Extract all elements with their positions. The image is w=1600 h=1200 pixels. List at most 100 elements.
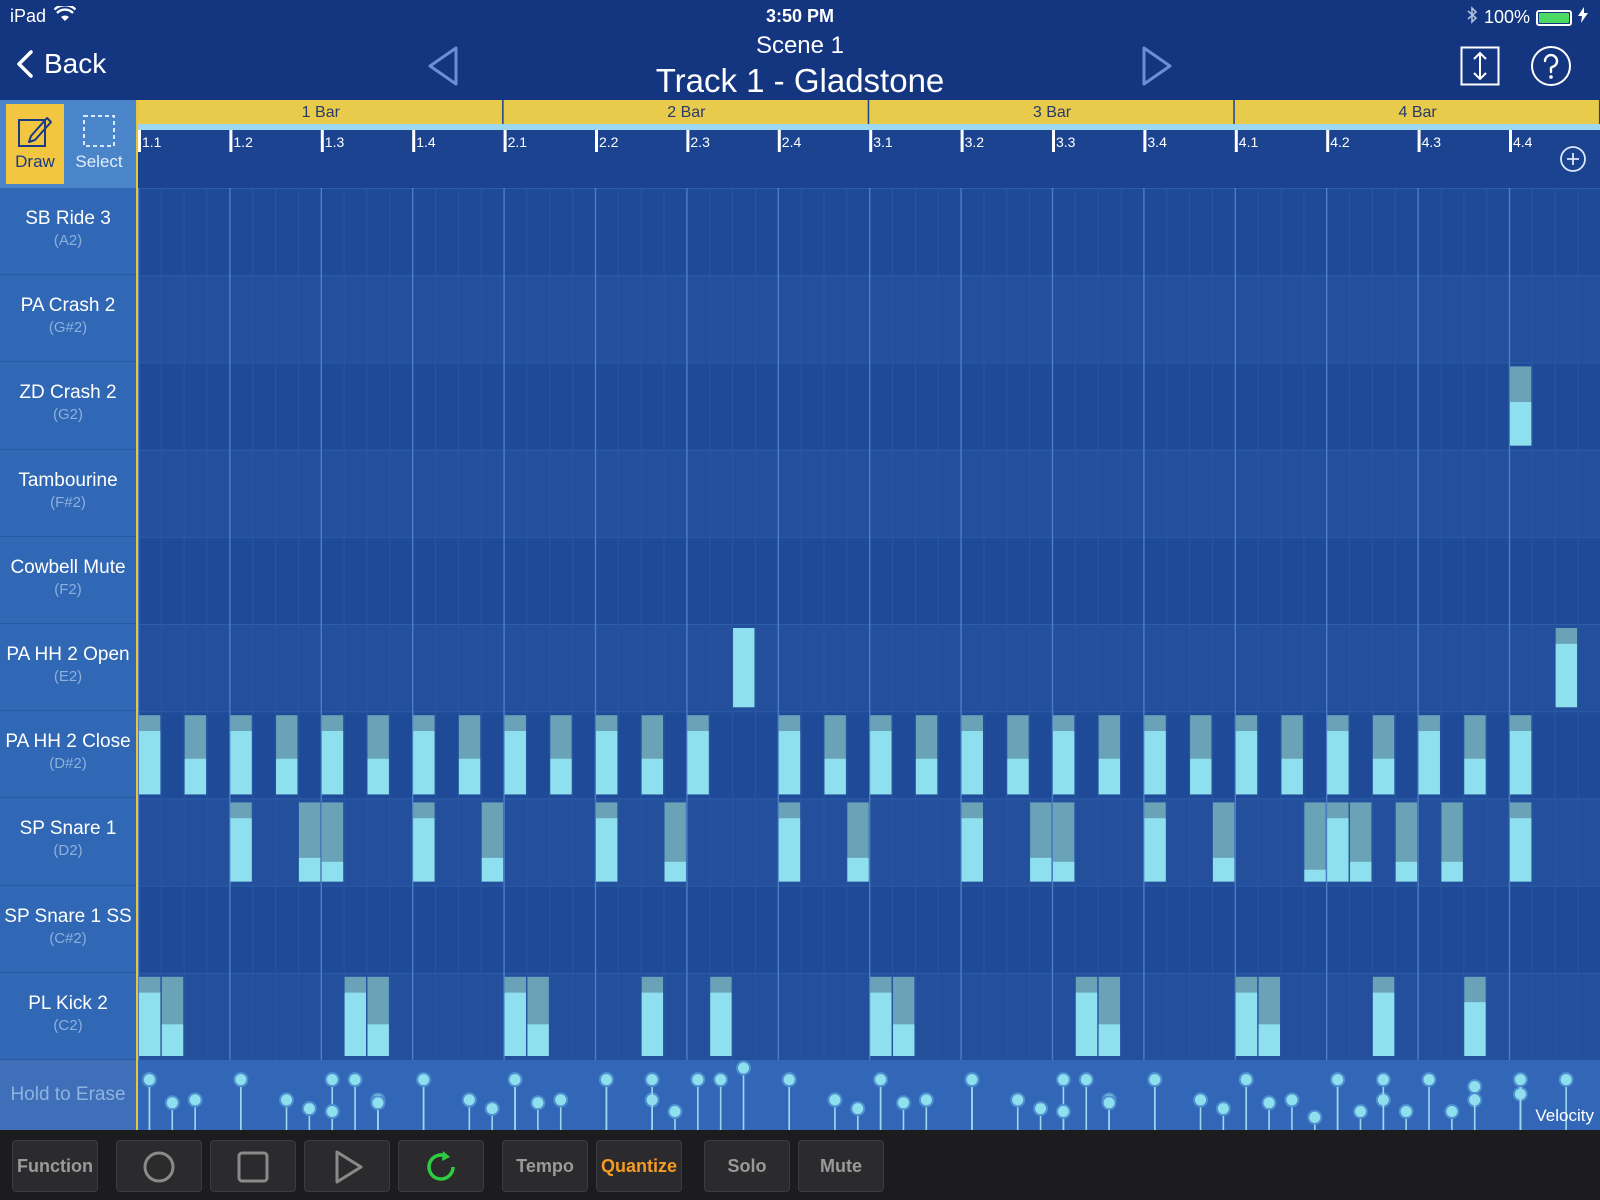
next-track-button[interactable] xyxy=(1136,44,1176,88)
velocity-handle[interactable] xyxy=(895,1095,911,1111)
note-velocity-fill xyxy=(139,992,161,1056)
velocity-handle[interactable] xyxy=(1215,1101,1231,1117)
velocity-handle[interactable] xyxy=(164,1095,180,1111)
velocity-handle[interactable] xyxy=(370,1095,386,1111)
select-tool-button[interactable]: Select xyxy=(70,104,128,184)
loop-button[interactable] xyxy=(398,1140,484,1192)
velocity-handle[interactable] xyxy=(416,1072,432,1088)
solo-button[interactable]: Solo xyxy=(704,1140,790,1192)
tempo-button[interactable]: Tempo xyxy=(502,1140,588,1192)
velocity-handle[interactable] xyxy=(1398,1104,1414,1119)
velocity-handle[interactable] xyxy=(598,1072,614,1088)
note-velocity-fill xyxy=(1327,731,1349,795)
velocity-handle[interactable] xyxy=(1055,1104,1071,1119)
hold-to-erase-button[interactable]: Hold to Erase xyxy=(0,1060,136,1130)
velocity-handle[interactable] xyxy=(187,1092,203,1108)
velocity-handle[interactable] xyxy=(713,1072,729,1088)
velocity-handle[interactable] xyxy=(347,1072,363,1088)
velocity-handle[interactable] xyxy=(324,1104,340,1119)
note-velocity-fill xyxy=(778,731,801,795)
note-velocity-fill xyxy=(504,731,526,795)
velocity-handle[interactable] xyxy=(850,1101,866,1117)
note-velocity-fill xyxy=(367,758,389,795)
velocity-handle[interactable] xyxy=(484,1101,500,1117)
draw-tool-button[interactable]: Draw xyxy=(6,104,64,184)
velocity-handle[interactable] xyxy=(1512,1072,1528,1088)
velocity-handle[interactable] xyxy=(141,1072,157,1088)
stop-button[interactable] xyxy=(210,1140,296,1192)
velocity-handle[interactable] xyxy=(1147,1072,1163,1088)
mute-button[interactable]: Mute xyxy=(798,1140,884,1192)
velocity-handle[interactable] xyxy=(1078,1072,1094,1088)
velocity-handle[interactable] xyxy=(1421,1072,1437,1088)
play-button[interactable] xyxy=(304,1140,390,1192)
quantize-button[interactable]: Quantize xyxy=(596,1140,682,1192)
velocity-handle[interactable] xyxy=(644,1072,660,1088)
function-button[interactable]: Function xyxy=(12,1140,98,1192)
instrument-row-label[interactable]: PL Kick 2 (C2) xyxy=(0,973,136,1060)
velocity-handle[interactable] xyxy=(553,1092,569,1108)
velocity-handle[interactable] xyxy=(1101,1095,1117,1111)
velocity-handle[interactable] xyxy=(1010,1092,1026,1108)
back-button[interactable]: Back xyxy=(16,48,106,80)
velocity-handle[interactable] xyxy=(461,1092,477,1108)
help-button[interactable] xyxy=(1530,45,1572,87)
velocity-handle[interactable] xyxy=(918,1092,934,1108)
instrument-row-label[interactable]: SB Ride 3 (A2) xyxy=(0,188,136,276)
velocity-handle[interactable] xyxy=(1352,1104,1368,1119)
note-velocity-fill xyxy=(230,731,252,795)
clock: 3:50 PM xyxy=(765,6,835,26)
instrument-row-label[interactable]: Cowbell Mute (F2) xyxy=(0,537,136,624)
velocity-handle[interactable] xyxy=(1330,1072,1346,1088)
instrument-row-label[interactable]: SP Snare 1 (D2) xyxy=(0,798,136,886)
instrument-row-label[interactable]: PA HH 2 Close (D#2) xyxy=(0,711,136,799)
beat-label: 3.4 xyxy=(1147,134,1167,150)
velocity-handle[interactable] xyxy=(1558,1072,1574,1088)
velocity-handle[interactable] xyxy=(873,1072,889,1088)
velocity-handle[interactable] xyxy=(1055,1072,1071,1088)
velocity-lane[interactable]: Velocity xyxy=(138,1060,1600,1130)
velocity-handle[interactable] xyxy=(1284,1092,1300,1108)
velocity-handle[interactable] xyxy=(1033,1101,1049,1117)
nav-bar: Scene 1 Track 1 - Gladstone Back xyxy=(0,32,1600,100)
previous-track-button[interactable] xyxy=(424,44,464,88)
note-velocity-fill xyxy=(1350,861,1372,882)
beat-label: 4.4 xyxy=(1513,134,1533,150)
add-bar-button[interactable] xyxy=(1558,144,1588,174)
instrument-row-label[interactable]: PA Crash 2 (G#2) xyxy=(0,275,136,363)
note-grid[interactable] xyxy=(138,188,1600,1060)
velocity-handle[interactable] xyxy=(667,1104,683,1119)
velocity-handle[interactable] xyxy=(530,1095,546,1111)
velocity-handle[interactable] xyxy=(1375,1072,1391,1088)
bluetooth-icon xyxy=(1466,6,1478,29)
velocity-handle[interactable] xyxy=(279,1092,295,1108)
velocity-handle[interactable] xyxy=(736,1060,752,1076)
velocity-handle[interactable] xyxy=(1467,1079,1483,1095)
instrument-name: SB Ride 3 xyxy=(25,208,111,229)
instrument-row-label[interactable]: Tambourine (F#2) xyxy=(0,450,136,537)
velocity-handle[interactable] xyxy=(1444,1104,1460,1119)
velocity-handle[interactable] xyxy=(1307,1109,1323,1125)
velocity-handle[interactable] xyxy=(301,1101,317,1117)
velocity-handle[interactable] xyxy=(1193,1092,1209,1108)
instrument-row-label[interactable]: SP Snare 1 SS (C#2) xyxy=(0,886,136,973)
note-velocity-fill xyxy=(413,818,435,882)
velocity-handle[interactable] xyxy=(690,1072,706,1088)
note-velocity-fill xyxy=(961,731,983,795)
timeline-ruler[interactable]: 1 Bar 2 Bar 3 Bar 4 Bar 1.1 1.2 1.3 1.4 2.1 2.2 2.… xyxy=(138,100,1600,188)
velocity-handle[interactable] xyxy=(233,1072,249,1088)
instrument-row-label[interactable]: PA HH 2 Open (E2) xyxy=(0,624,136,712)
velocity-handle[interactable] xyxy=(507,1072,523,1088)
velocity-handle[interactable] xyxy=(827,1092,843,1108)
velocity-handle[interactable] xyxy=(324,1072,340,1088)
velocity-handle[interactable] xyxy=(1238,1072,1254,1088)
row-height-button[interactable] xyxy=(1460,46,1500,86)
velocity-handle[interactable] xyxy=(781,1072,797,1088)
instrument-note: (D#2) xyxy=(49,755,87,773)
record-button[interactable] xyxy=(116,1140,202,1192)
note-velocity-fill xyxy=(344,992,366,1056)
instrument-row-label[interactable]: ZD Crash 2 (G2) xyxy=(0,362,136,450)
note-velocity-fill xyxy=(710,992,732,1056)
velocity-handle[interactable] xyxy=(964,1072,980,1088)
velocity-handle[interactable] xyxy=(1261,1095,1277,1111)
